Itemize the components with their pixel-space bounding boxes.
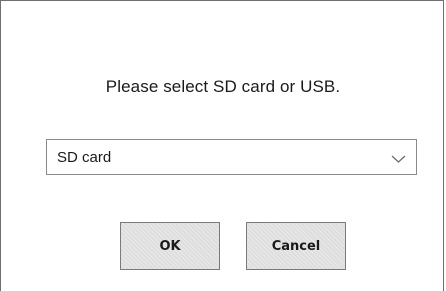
storage-select-dropdown[interactable]: SD card: [46, 139, 417, 175]
storage-select-dialog: Please select SD card or USB. SD card OK…: [0, 0, 444, 291]
chevron-down-icon: [391, 151, 406, 163]
dialog-prompt: Please select SD card or USB.: [105, 77, 341, 96]
ok-button[interactable]: OK: [120, 222, 220, 270]
storage-select-value: SD card: [57, 149, 112, 166]
cancel-button[interactable]: Cancel: [246, 222, 346, 270]
